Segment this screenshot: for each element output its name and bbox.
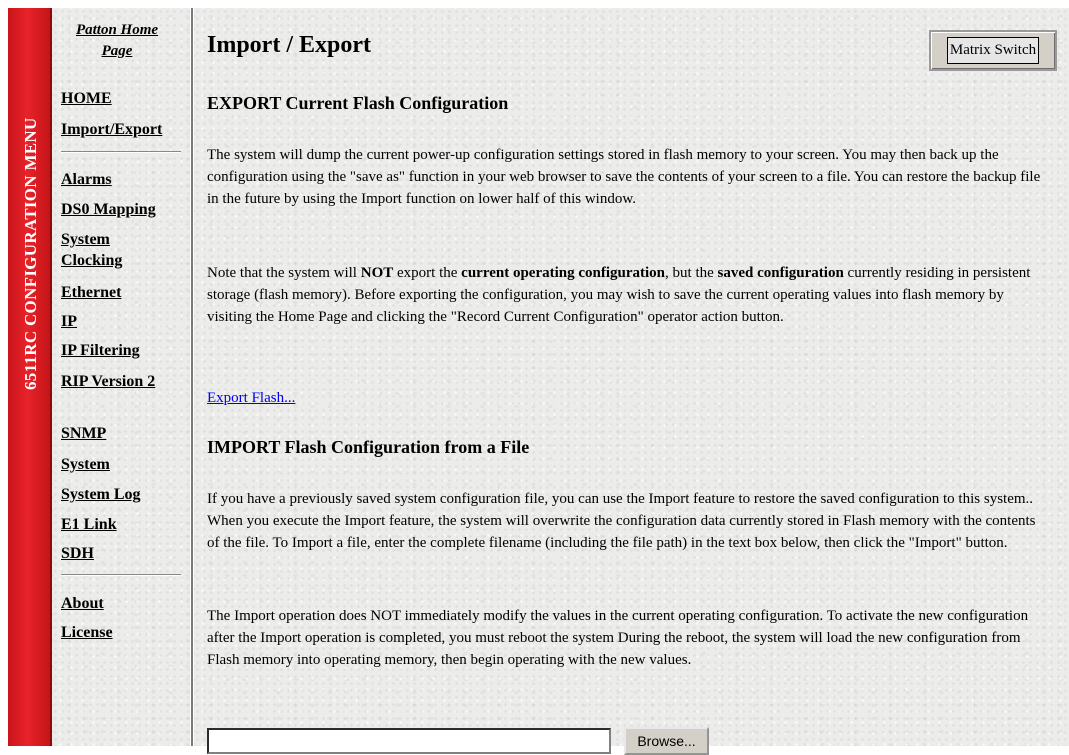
sidebar-nav: Patton Home Page HOME Import/Export Alar…: [52, 8, 190, 746]
matrix-switch-button[interactable]: Matrix Switch: [929, 30, 1057, 71]
banner-title: 6511RC CONFIGURATION MENU: [21, 117, 40, 390]
sidebar-item-home[interactable]: HOME: [61, 88, 112, 109]
page-title: Import / Export: [207, 32, 371, 58]
matrix-switch-label: Matrix Switch: [946, 37, 1040, 64]
sidebar-item-about[interactable]: About: [61, 593, 104, 614]
sidebar-item-license[interactable]: License: [61, 622, 113, 643]
sidebar-divider: [61, 151, 181, 153]
top-border: [0, 0, 1069, 8]
export-note-text: Note that the system will: [207, 265, 361, 281]
sidebar-item-snmp[interactable]: SNMP: [61, 423, 106, 444]
export-flash-link[interactable]: Export Flash...: [207, 390, 295, 407]
sidebar-item-import-export[interactable]: Import/Export: [61, 119, 162, 140]
sidebar-item-ds0-mapping[interactable]: DS0 Mapping: [61, 199, 156, 220]
sidebar-item-system[interactable]: System: [61, 454, 110, 475]
sidebar-item-e1-link[interactable]: E1 Link: [61, 514, 117, 535]
sidebar-divider: [61, 574, 181, 576]
browse-button[interactable]: Browse...: [624, 727, 709, 755]
import-note: The Import operation does NOT immediatel…: [207, 608, 1029, 668]
import-file-input[interactable]: [207, 728, 611, 754]
sidebar-item-ethernet[interactable]: Ethernet: [61, 282, 121, 303]
import-heading: IMPORT Flash Configuration from a File: [207, 437, 530, 457]
export-description: The system will dump the current power-u…: [207, 147, 1041, 207]
sidebar-item-system-log[interactable]: System Log: [61, 484, 141, 505]
export-note-emphasis: current operating configuration: [461, 265, 666, 281]
patton-home-page-link[interactable]: Patton Home Page: [62, 20, 172, 62]
sidebar-item-ip-filtering[interactable]: IP Filtering: [61, 340, 140, 361]
export-note: Note that the system will NOT export the…: [207, 262, 1042, 328]
export-note-text: export the: [393, 265, 462, 281]
export-note-emphasis: saved configuration: [717, 265, 844, 281]
sidebar-item-sdh[interactable]: SDH: [61, 543, 94, 564]
sidebar-item-ip[interactable]: IP: [61, 311, 77, 332]
sidebar-item-rip-version-2[interactable]: RIP Version 2: [61, 371, 171, 392]
export-note-text: , but the: [665, 265, 718, 281]
export-note-emphasis: NOT: [360, 265, 394, 281]
export-heading: EXPORT Current Flash Configuration: [207, 93, 509, 113]
main-content: Import / Export Matrix Switch EXPORT Cur…: [194, 8, 1069, 755]
sidebar-item-system-clocking[interactable]: System Clocking: [61, 229, 141, 271]
import-description: If you have a previously saved system co…: [207, 491, 1036, 551]
sidebar-item-alarms[interactable]: Alarms: [61, 169, 112, 190]
